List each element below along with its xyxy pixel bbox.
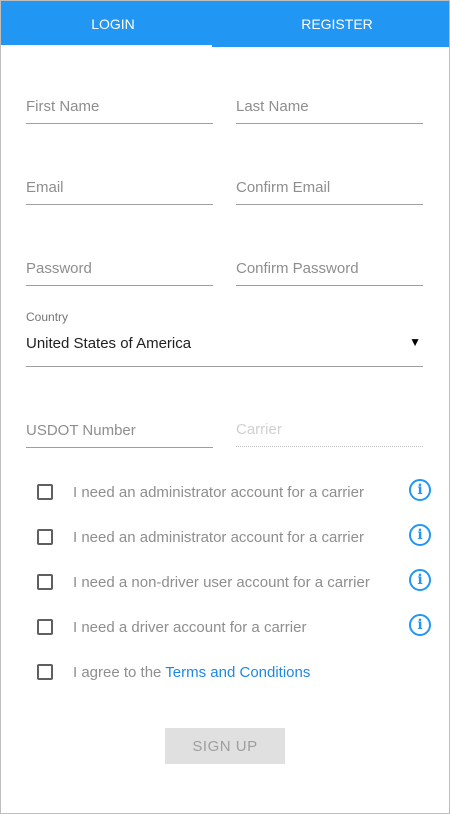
checkbox-row-admin-2: I need an administrator account for a ca…	[37, 524, 431, 549]
last-name-input[interactable]	[236, 98, 423, 115]
email-input[interactable]	[26, 179, 213, 196]
terms-link[interactable]: Terms and Conditions	[165, 664, 310, 681]
admin-account-checkbox[interactable]	[37, 484, 53, 500]
auth-tabs: LOGIN REGISTER	[1, 1, 449, 47]
tab-login-label: LOGIN	[91, 16, 135, 32]
info-icon[interactable]: i	[409, 479, 431, 501]
terms-checkbox[interactable]	[37, 664, 53, 680]
checkbox-row-admin-1: I need an administrator account for a ca…	[37, 479, 431, 504]
tab-register[interactable]: REGISTER	[225, 1, 449, 47]
email-field	[26, 160, 213, 205]
checkbox-row-non-driver: I need a non-driver user account for a c…	[37, 569, 431, 594]
carrier-input	[236, 421, 423, 438]
checkbox-label: I need a non-driver user account for a c…	[73, 573, 370, 591]
checkbox-row-terms: I agree to the Terms and Conditions	[37, 660, 431, 684]
usdot-field	[26, 403, 213, 448]
last-name-field	[236, 79, 423, 124]
confirm-email-input[interactable]	[236, 179, 423, 196]
info-icon[interactable]: i	[409, 569, 431, 591]
terms-label: I agree to the Terms and Conditions	[73, 664, 310, 681]
country-selected-value: United States of America	[26, 335, 192, 352]
confirm-password-field	[236, 241, 423, 286]
checkbox-row-driver: I need a driver account for a carrier i	[37, 614, 431, 639]
tab-login[interactable]: LOGIN	[1, 1, 225, 47]
driver-account-checkbox[interactable]	[37, 619, 53, 635]
first-name-field	[26, 79, 213, 124]
checkbox-label: I need an administrator account for a ca…	[73, 528, 364, 546]
checkbox-label: I need a driver account for a carrier	[73, 618, 307, 636]
first-name-input[interactable]	[26, 98, 213, 115]
usdot-number-input[interactable]	[26, 422, 213, 439]
register-panel: LOGIN REGISTER Country United States of …	[0, 0, 450, 814]
tab-register-label: REGISTER	[301, 16, 373, 32]
confirm-email-field	[236, 160, 423, 205]
admin-account-checkbox-2[interactable]	[37, 529, 53, 545]
confirm-password-input[interactable]	[236, 260, 423, 277]
country-label: Country	[26, 310, 69, 324]
sign-up-button[interactable]: SIGN UP	[165, 728, 285, 764]
info-icon[interactable]: i	[409, 524, 431, 546]
carrier-field	[236, 402, 423, 447]
terms-prefix: I agree to the	[73, 663, 166, 681]
checkbox-label: I need an administrator account for a ca…	[73, 483, 364, 501]
password-input[interactable]	[26, 260, 213, 277]
info-icon[interactable]: i	[409, 614, 431, 636]
non-driver-account-checkbox[interactable]	[37, 574, 53, 590]
dropdown-arrow-icon: ▼	[409, 335, 421, 349]
password-field	[26, 241, 213, 286]
country-select[interactable]: United States of America ▼	[26, 331, 423, 367]
